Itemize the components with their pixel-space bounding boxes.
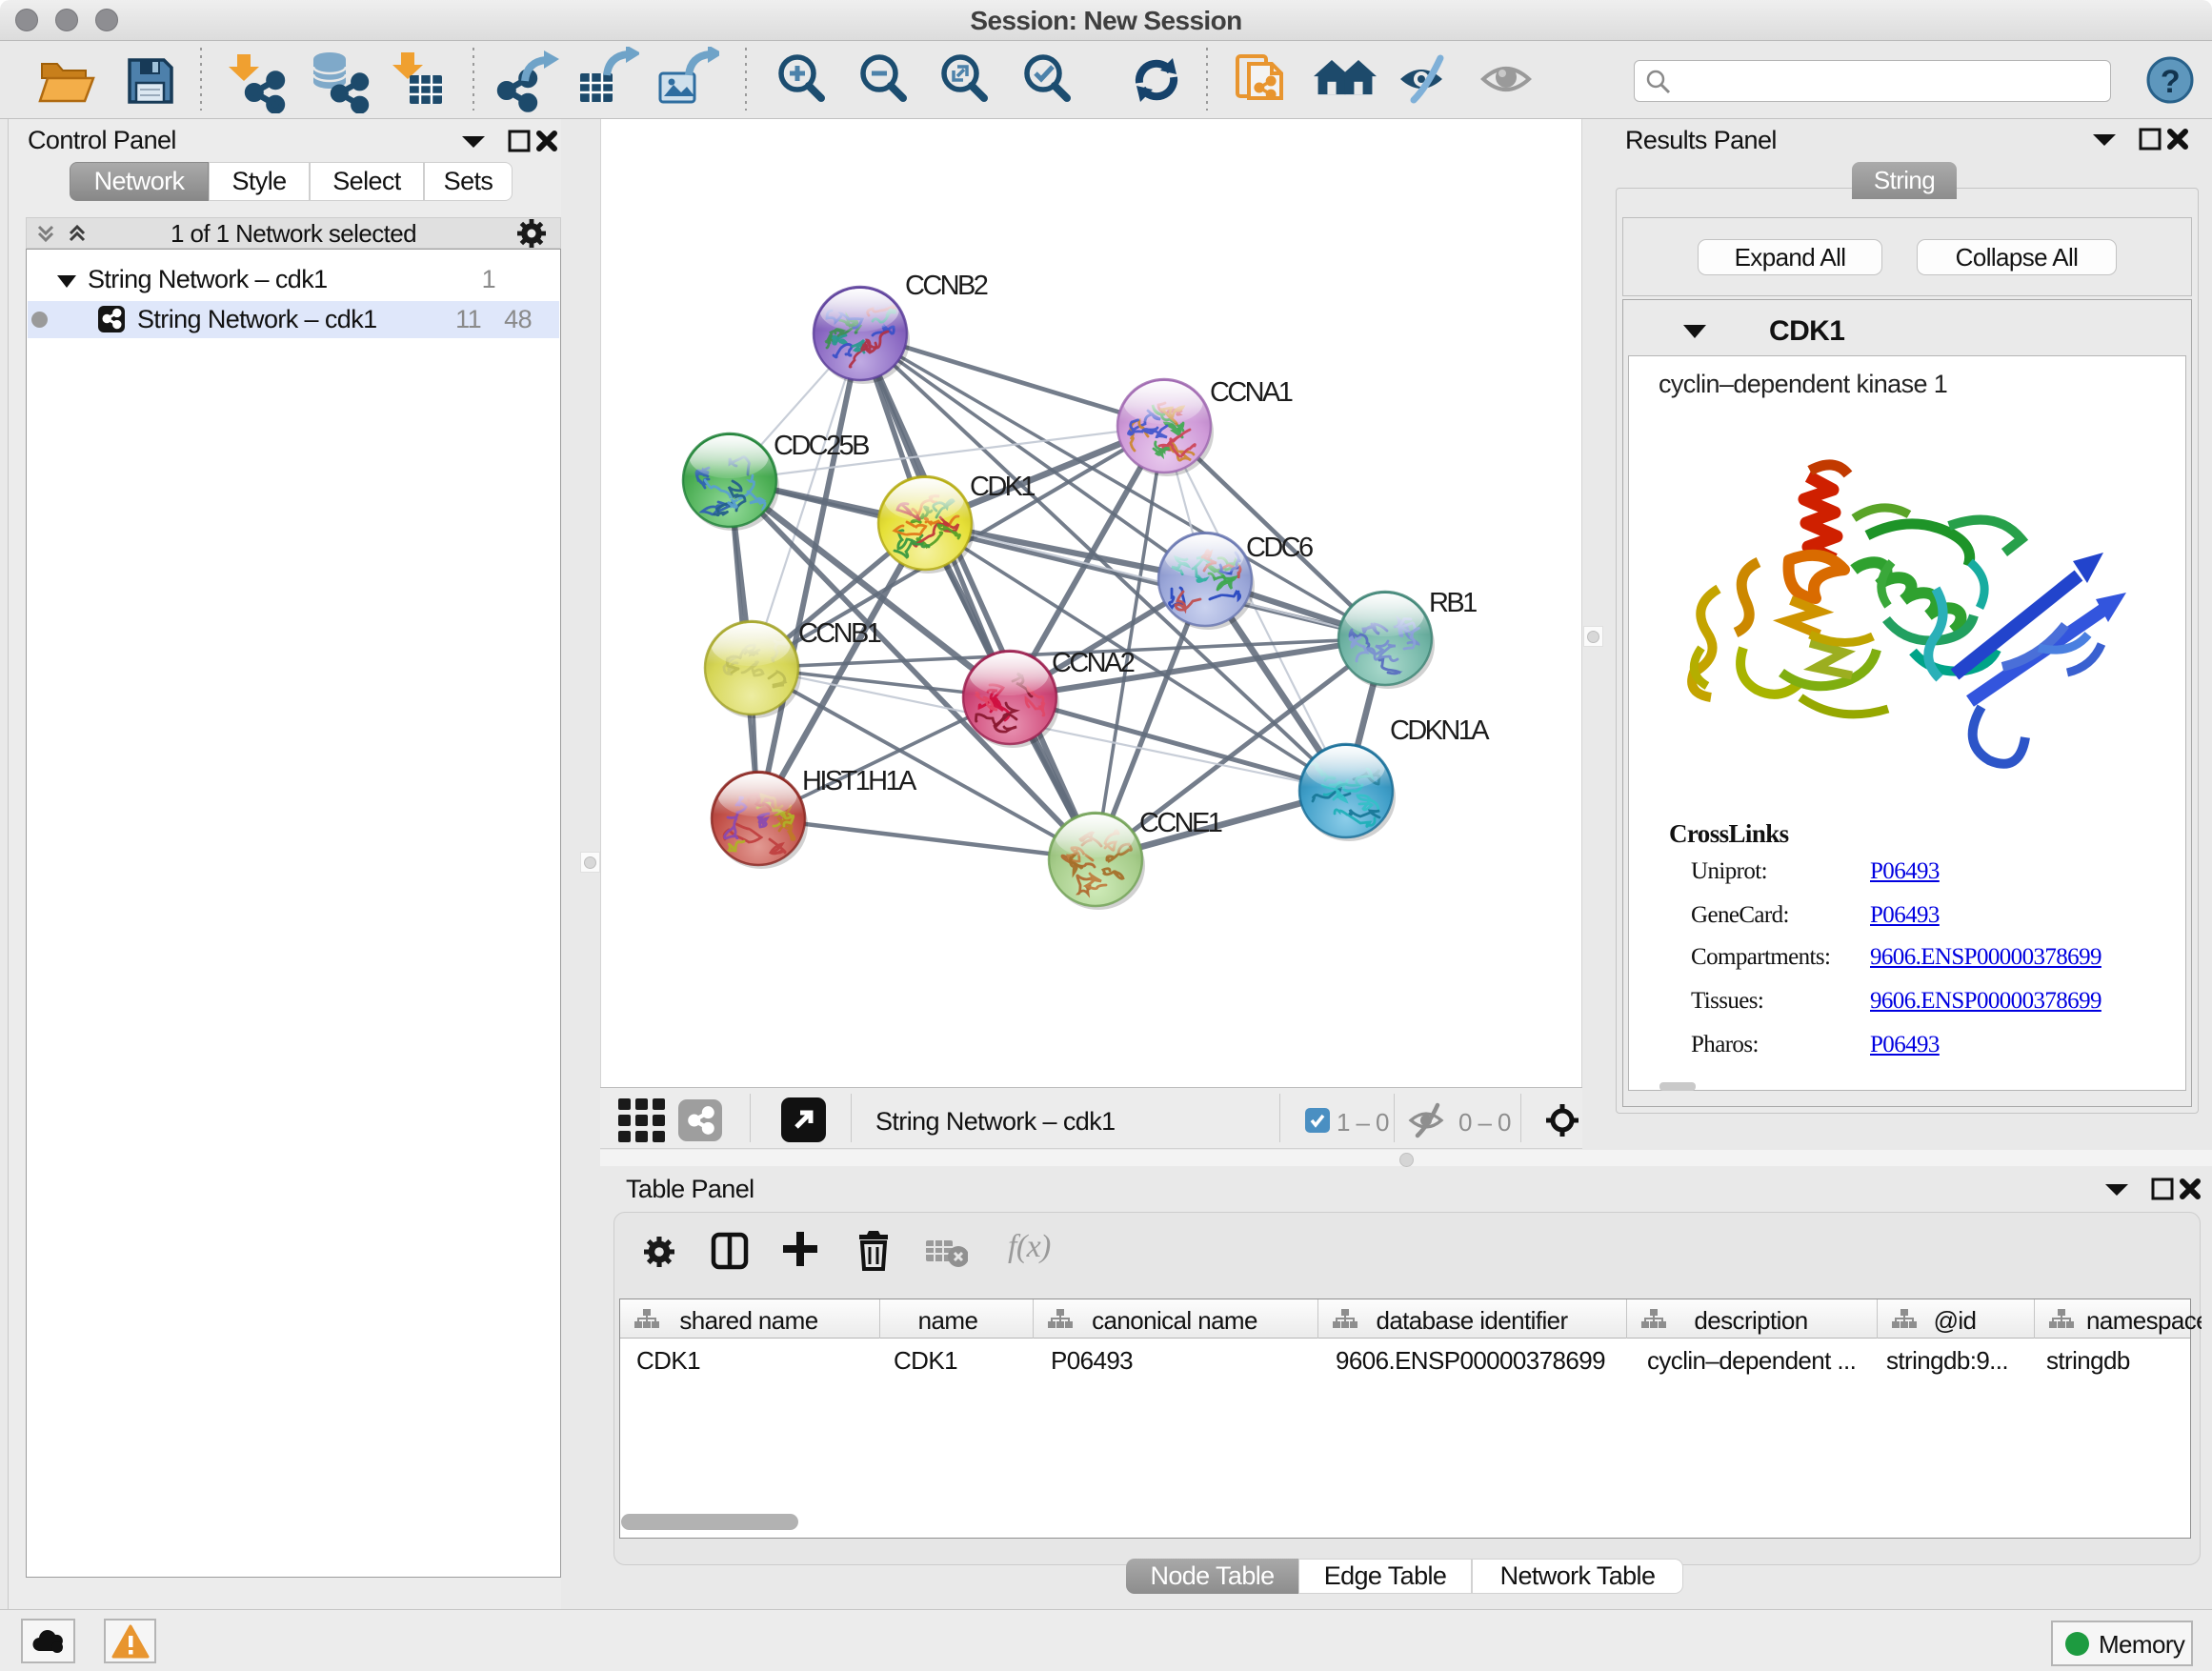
svg-text:?: ? xyxy=(2161,64,2180,100)
svg-text:CDK1: CDK1 xyxy=(970,472,1035,502)
svg-text:CCNE1: CCNE1 xyxy=(1139,808,1222,838)
svg-text:CCNB1: CCNB1 xyxy=(798,618,881,649)
svg-text:CDC25B: CDC25B xyxy=(774,431,869,461)
svg-text:HIST1H1A: HIST1H1A xyxy=(802,766,917,796)
svg-text:CCNB2: CCNB2 xyxy=(905,271,988,301)
svg-text:CDC6: CDC6 xyxy=(1246,533,1313,563)
svg-text:CCNA2: CCNA2 xyxy=(1052,648,1135,678)
svg-text:CCNA1: CCNA1 xyxy=(1210,377,1293,408)
svg-text:RB1: RB1 xyxy=(1429,588,1477,618)
svg-text:CDKN1A: CDKN1A xyxy=(1390,715,1490,746)
